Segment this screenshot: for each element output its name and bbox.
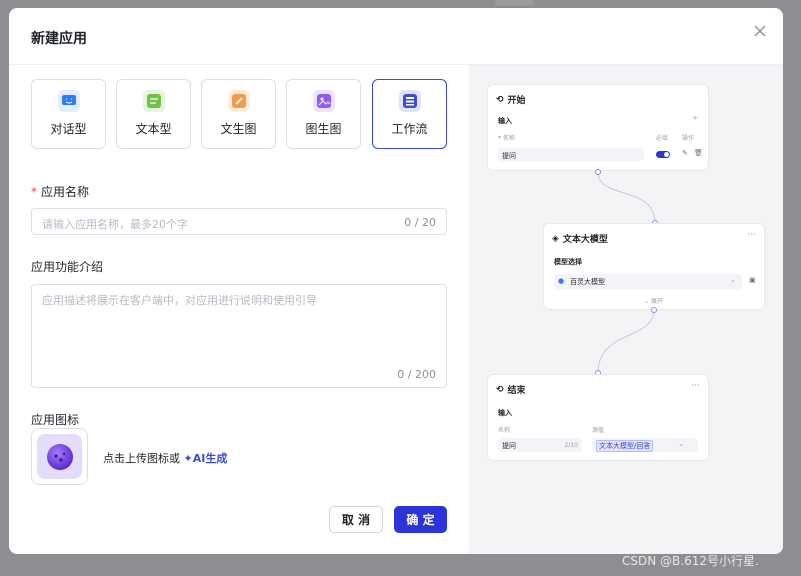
col-source: 源值	[592, 427, 605, 434]
type-card-text-to-image[interactable]: 文生图	[201, 79, 276, 149]
more-icon[interactable]: ···	[691, 381, 700, 391]
workflow-preview: ⟲ 开始 输入 + * 名称 必填 操作 提问 ✎ 🗑 ◈ 文本大模型 ··· 模型…	[469, 65, 783, 554]
llm-node[interactable]: ◈ 文本大模型 ··· 模型选择 ● 百灵大模型 ⌄ ▣ ⌄ 展开	[543, 223, 765, 310]
type-card-chat[interactable]: 对话型	[31, 79, 106, 149]
type-card-text[interactable]: 文本型	[116, 79, 191, 149]
port-dot[interactable]	[651, 307, 657, 313]
app-icon-preview	[37, 434, 82, 479]
port-dot[interactable]	[595, 169, 601, 175]
end-source-select[interactable]: 文本大模型/回答 ⌄	[592, 438, 698, 452]
start-icon: ⟲	[496, 94, 504, 105]
chevron-down-icon: ⌄	[730, 276, 736, 284]
start-node-title: ⟲ 开始	[496, 94, 526, 107]
model-select-label: 模型选择	[554, 258, 582, 266]
app-name-input[interactable]: 请输入应用名称，最多20个字 0 / 20	[31, 208, 447, 235]
watermark: CSDN @B.612号小行星.	[622, 554, 759, 568]
llm-node-title: ◈ 文本大模型	[552, 233, 608, 246]
create-app-dialog: 新建应用 对话型 文本型 文生图 图生图 工作流 * 应用名称 请输入应用名称，…	[9, 8, 783, 554]
app-description-counter: 0 / 200	[397, 368, 436, 381]
app-name-counter: 0 / 20	[404, 216, 436, 229]
workflow-icon	[398, 90, 421, 112]
form-panel: 对话型 文本型 文生图 图生图 工作流 * 应用名称 请输入应用名称，最多20个…	[9, 65, 469, 554]
type-card-label: 对话型	[50, 122, 87, 136]
upload-hint: 点击上传图标或 ✦AI生成	[103, 452, 228, 465]
app-name-placeholder: 请输入应用名称，最多20个字	[42, 218, 188, 231]
confirm-button[interactable]: 确 定	[394, 506, 447, 533]
cube-icon: ◈	[552, 233, 559, 244]
type-card-label: 工作流	[391, 122, 428, 136]
type-card-workflow[interactable]: 工作流	[372, 79, 447, 149]
settings-icon[interactable]: ▣	[749, 276, 756, 284]
end-node-title: ⟲ 结束	[496, 384, 526, 397]
more-icon[interactable]: ···	[747, 230, 756, 240]
type-card-label: 图生图	[305, 122, 342, 136]
dialog-title: 新建应用	[31, 31, 87, 47]
end-input-label: 输入	[498, 409, 512, 417]
type-card-image-to-image[interactable]: 图生图	[286, 79, 361, 149]
col-action: 操作	[682, 135, 695, 142]
text-icon	[142, 90, 165, 112]
image-icon	[312, 90, 335, 112]
edit-icon[interactable]: ✎	[682, 149, 688, 157]
cancel-button[interactable]: 取 消	[329, 506, 383, 533]
start-node[interactable]: ⟲ 开始 输入 + * 名称 必填 操作 提问 ✎ 🗑	[487, 84, 709, 171]
type-card-label: 文生图	[220, 122, 257, 136]
background-element	[495, 0, 535, 6]
brush-icon	[227, 90, 250, 112]
app-description-label: 应用功能介绍	[31, 260, 104, 274]
model-select[interactable]: ● 百灵大模型 ⌄	[554, 274, 742, 289]
add-icon[interactable]: +	[692, 114, 698, 122]
expand-toggle[interactable]: ⌄ 展开	[644, 296, 663, 305]
model-icon: ●	[558, 277, 565, 285]
close-icon[interactable]	[751, 22, 769, 40]
chevron-down-icon: ⌄	[678, 440, 684, 448]
end-node[interactable]: ⟲ 结束 ··· 输入 名称 源值 提问 2/10 文本大模型/回答 ⌄	[487, 374, 709, 461]
end-param-name[interactable]: 提问 2/10	[498, 438, 582, 452]
app-description-placeholder: 应用描述将展示在客户端中，对应用进行说明和使用引导	[42, 294, 317, 307]
end-icon: ⟲	[496, 384, 504, 395]
app-name-label: * 应用名称	[31, 185, 90, 199]
col-name: 名称	[498, 427, 511, 434]
chat-icon	[57, 90, 80, 112]
delete-icon[interactable]: 🗑	[694, 149, 703, 157]
col-name: * 名称	[498, 135, 515, 142]
col-required: 必填	[656, 135, 669, 142]
ai-generate-link[interactable]: ✦AI生成	[184, 452, 228, 465]
start-input-label: 输入	[498, 117, 512, 125]
start-param-name[interactable]: 提问	[498, 148, 644, 161]
type-card-label: 文本型	[135, 122, 172, 136]
required-toggle[interactable]	[656, 151, 670, 158]
app-description-textarea[interactable]: 应用描述将展示在客户端中，对应用进行说明和使用引导 0 / 200	[31, 284, 447, 388]
app-icon-label: 应用图标	[31, 413, 80, 427]
app-icon-upload[interactable]	[31, 428, 88, 485]
